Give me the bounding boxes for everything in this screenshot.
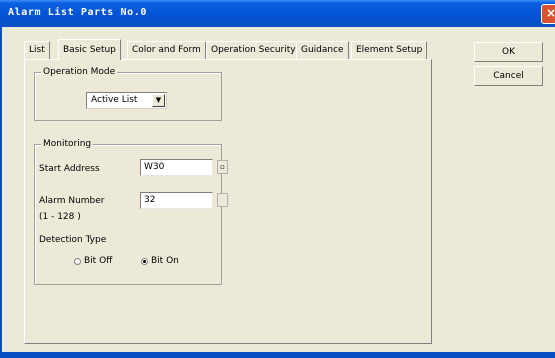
address-picker-icon: ▫ bbox=[220, 163, 225, 171]
title-bar: Alarm List Parts No.0 × bbox=[0, 0, 555, 27]
cancel-button[interactable]: Cancel bbox=[474, 66, 543, 86]
tab-basic-setup[interactable]: Basic Setup bbox=[58, 39, 121, 60]
close-button[interactable]: × bbox=[541, 4, 555, 24]
radio-bit-on[interactable] bbox=[141, 258, 148, 265]
start-address-picker-button[interactable]: ▫ bbox=[217, 160, 228, 174]
tab-color-and-form[interactable]: Color and Form bbox=[127, 41, 206, 59]
alarm-number-range: (1 - 128 ) bbox=[39, 212, 81, 222]
monitoring-label: Monitoring bbox=[41, 139, 94, 149]
radio-bit-off[interactable] bbox=[74, 258, 81, 265]
start-address-label: Start Address bbox=[39, 164, 100, 174]
alarm-number-keypad-button[interactable] bbox=[217, 193, 228, 207]
alarm-number-field[interactable]: 32 bbox=[140, 192, 213, 209]
tab-element-setup[interactable]: Element Setup bbox=[351, 41, 428, 59]
operation-mode-label: Operation Mode bbox=[41, 67, 118, 77]
alarm-number-value: 32 bbox=[144, 195, 156, 205]
close-icon: × bbox=[545, 6, 555, 20]
operation-mode-value: Active List bbox=[91, 95, 138, 105]
tab-list[interactable]: List bbox=[24, 41, 50, 59]
operation-mode-group: Operation Mode Active List ▼ bbox=[34, 67, 222, 121]
tab-panel-basic-setup: Operation Mode Active List ▼ Monitoring … bbox=[24, 59, 432, 344]
start-address-field[interactable]: W30 bbox=[140, 159, 213, 176]
radio-bit-off-label[interactable]: Bit Off bbox=[84, 256, 112, 266]
window-frame-bottom bbox=[0, 352, 555, 358]
window-frame-left bbox=[0, 27, 2, 358]
tab-guidance[interactable]: Guidance bbox=[296, 41, 349, 59]
radio-bit-on-label[interactable]: Bit On bbox=[151, 256, 179, 266]
detection-type-label: Detection Type bbox=[39, 235, 107, 245]
ok-button[interactable]: OK bbox=[474, 42, 543, 62]
chevron-down-icon[interactable]: ▼ bbox=[152, 94, 165, 107]
window-title: Alarm List Parts No.0 bbox=[8, 7, 148, 18]
monitoring-group: Monitoring Start Address W30 ▫ Alarm Num… bbox=[34, 139, 228, 285]
alarm-number-label: Alarm Number bbox=[39, 196, 105, 206]
operation-mode-select[interactable]: Active List ▼ bbox=[86, 92, 167, 109]
tab-operation-security[interactable]: Operation Security bbox=[206, 41, 301, 59]
start-address-value: W30 bbox=[144, 162, 165, 172]
